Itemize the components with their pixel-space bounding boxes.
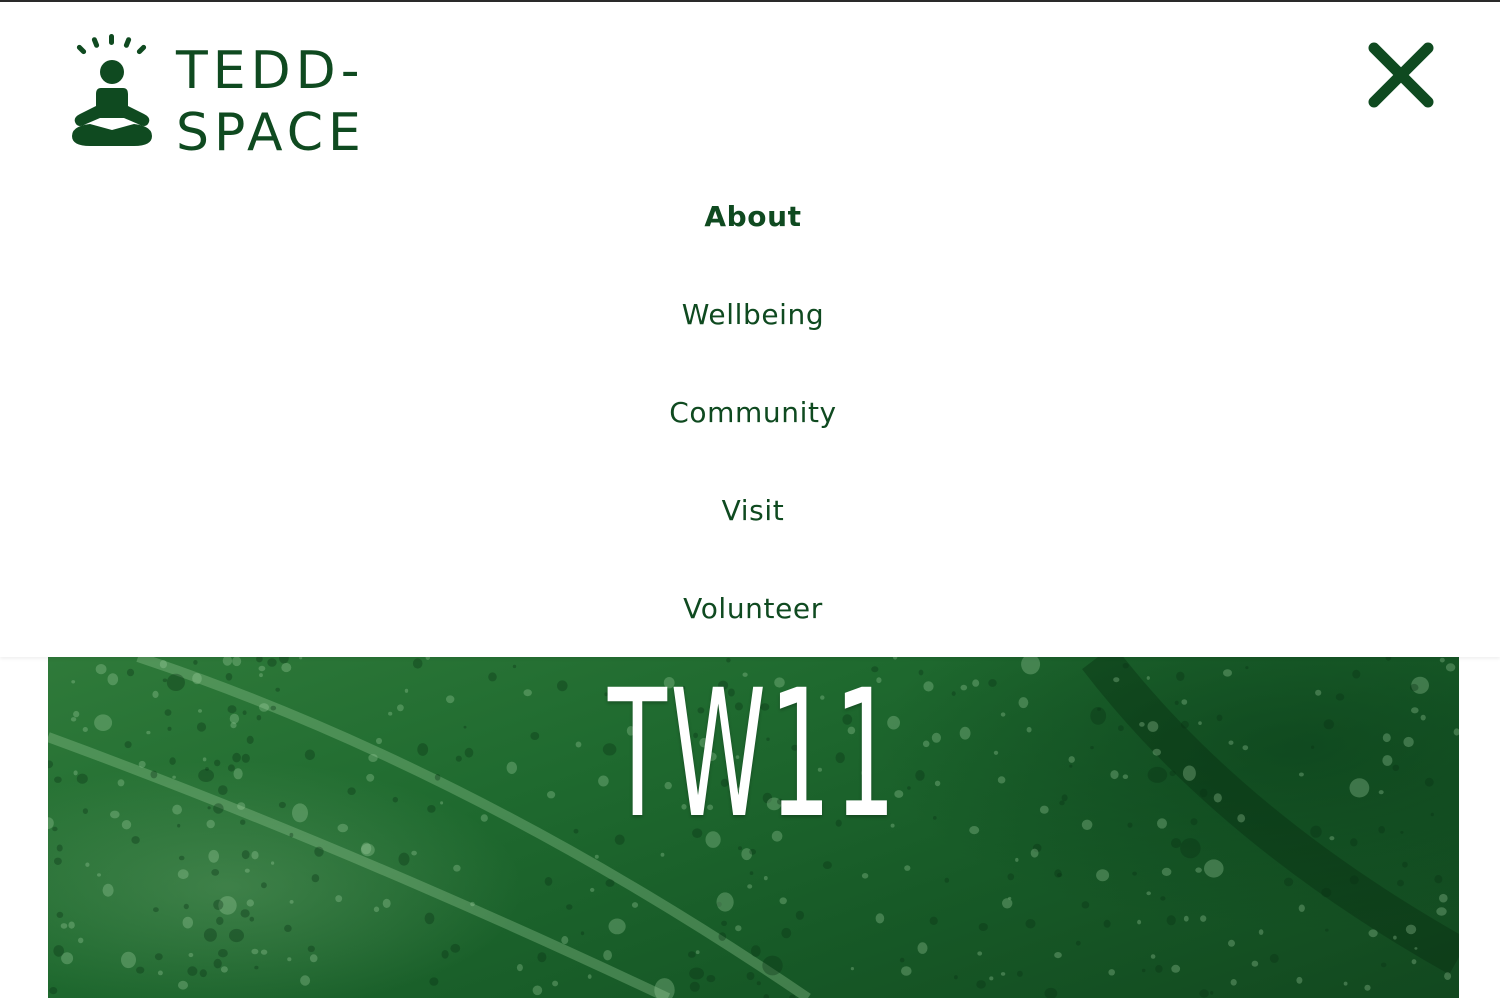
mobile-menu-panel: TEDD- SPACE About Wellbeing Community Vi… [0,2,1500,657]
nav-item-visit[interactable]: Visit [0,491,1500,531]
close-menu-button[interactable] [1362,36,1440,114]
hero-banner: TW11 [48,657,1459,998]
logo-wordmark: TEDD- SPACE [176,40,366,164]
nav-item-wellbeing[interactable]: Wellbeing [0,295,1500,335]
meditating-person-icon [72,34,152,146]
nav-item-volunteer[interactable]: Volunteer [0,589,1500,629]
nav-item-about[interactable]: About [0,197,1500,237]
logo-line-1: TEDD- [176,41,365,101]
site-logo[interactable]: TEDD- SPACE [68,32,388,163]
nav-item-community[interactable]: Community [0,393,1500,433]
logo-line-2: SPACE [176,103,366,163]
close-icon [1368,42,1434,108]
hero-title: TW11 [607,657,900,857]
